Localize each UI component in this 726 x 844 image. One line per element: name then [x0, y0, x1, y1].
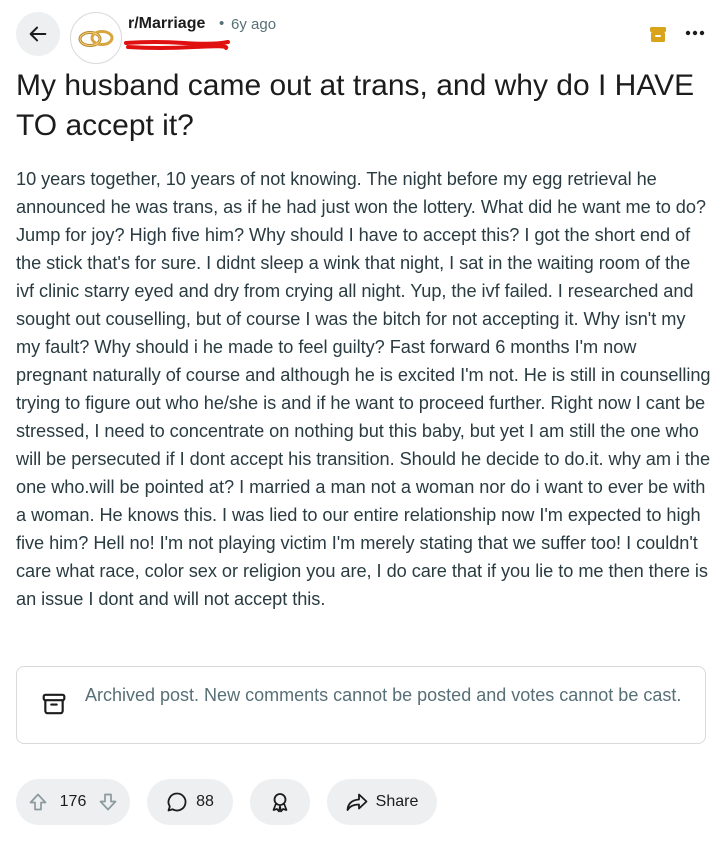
separator-dot: •	[219, 15, 225, 32]
archived-notice: Archived post. New comments cannot be po…	[16, 666, 706, 744]
archive-badge-icon	[650, 27, 666, 42]
comments-button[interactable]: 88	[147, 779, 233, 825]
post-age: 6y ago	[231, 16, 277, 33]
award-button[interactable]	[250, 779, 310, 825]
upvote-arrow-icon[interactable]	[28, 792, 48, 812]
back-button[interactable]	[16, 12, 60, 56]
subreddit-name[interactable]: r/Marriage	[128, 15, 205, 33]
comment-bubble-icon	[167, 792, 187, 812]
more-options-button[interactable]	[682, 20, 708, 46]
post-body: 10 years together, 10 years of not knowi…	[16, 169, 711, 609]
redaction-scribble	[124, 40, 230, 50]
vote-count: 176	[59, 793, 87, 810]
arrow-left-icon	[29, 26, 47, 42]
share-label: Share	[375, 793, 419, 810]
award-icon	[272, 793, 288, 813]
post-title: My husband came out at trans, and why do…	[16, 69, 695, 142]
share-button[interactable]: Share	[327, 779, 437, 825]
subreddit-avatar[interactable]	[70, 12, 122, 64]
wedding-rings-icon	[78, 30, 114, 47]
more-options-icon	[685, 30, 705, 36]
vote-control: 176	[16, 779, 130, 825]
comment-count: 88	[196, 793, 214, 810]
share-arrow-icon	[346, 793, 368, 811]
archived-notice-text: Archived post. New comments cannot be po…	[85, 685, 682, 705]
archive-box-icon	[42, 693, 66, 715]
downvote-arrow-icon[interactable]	[98, 792, 118, 812]
